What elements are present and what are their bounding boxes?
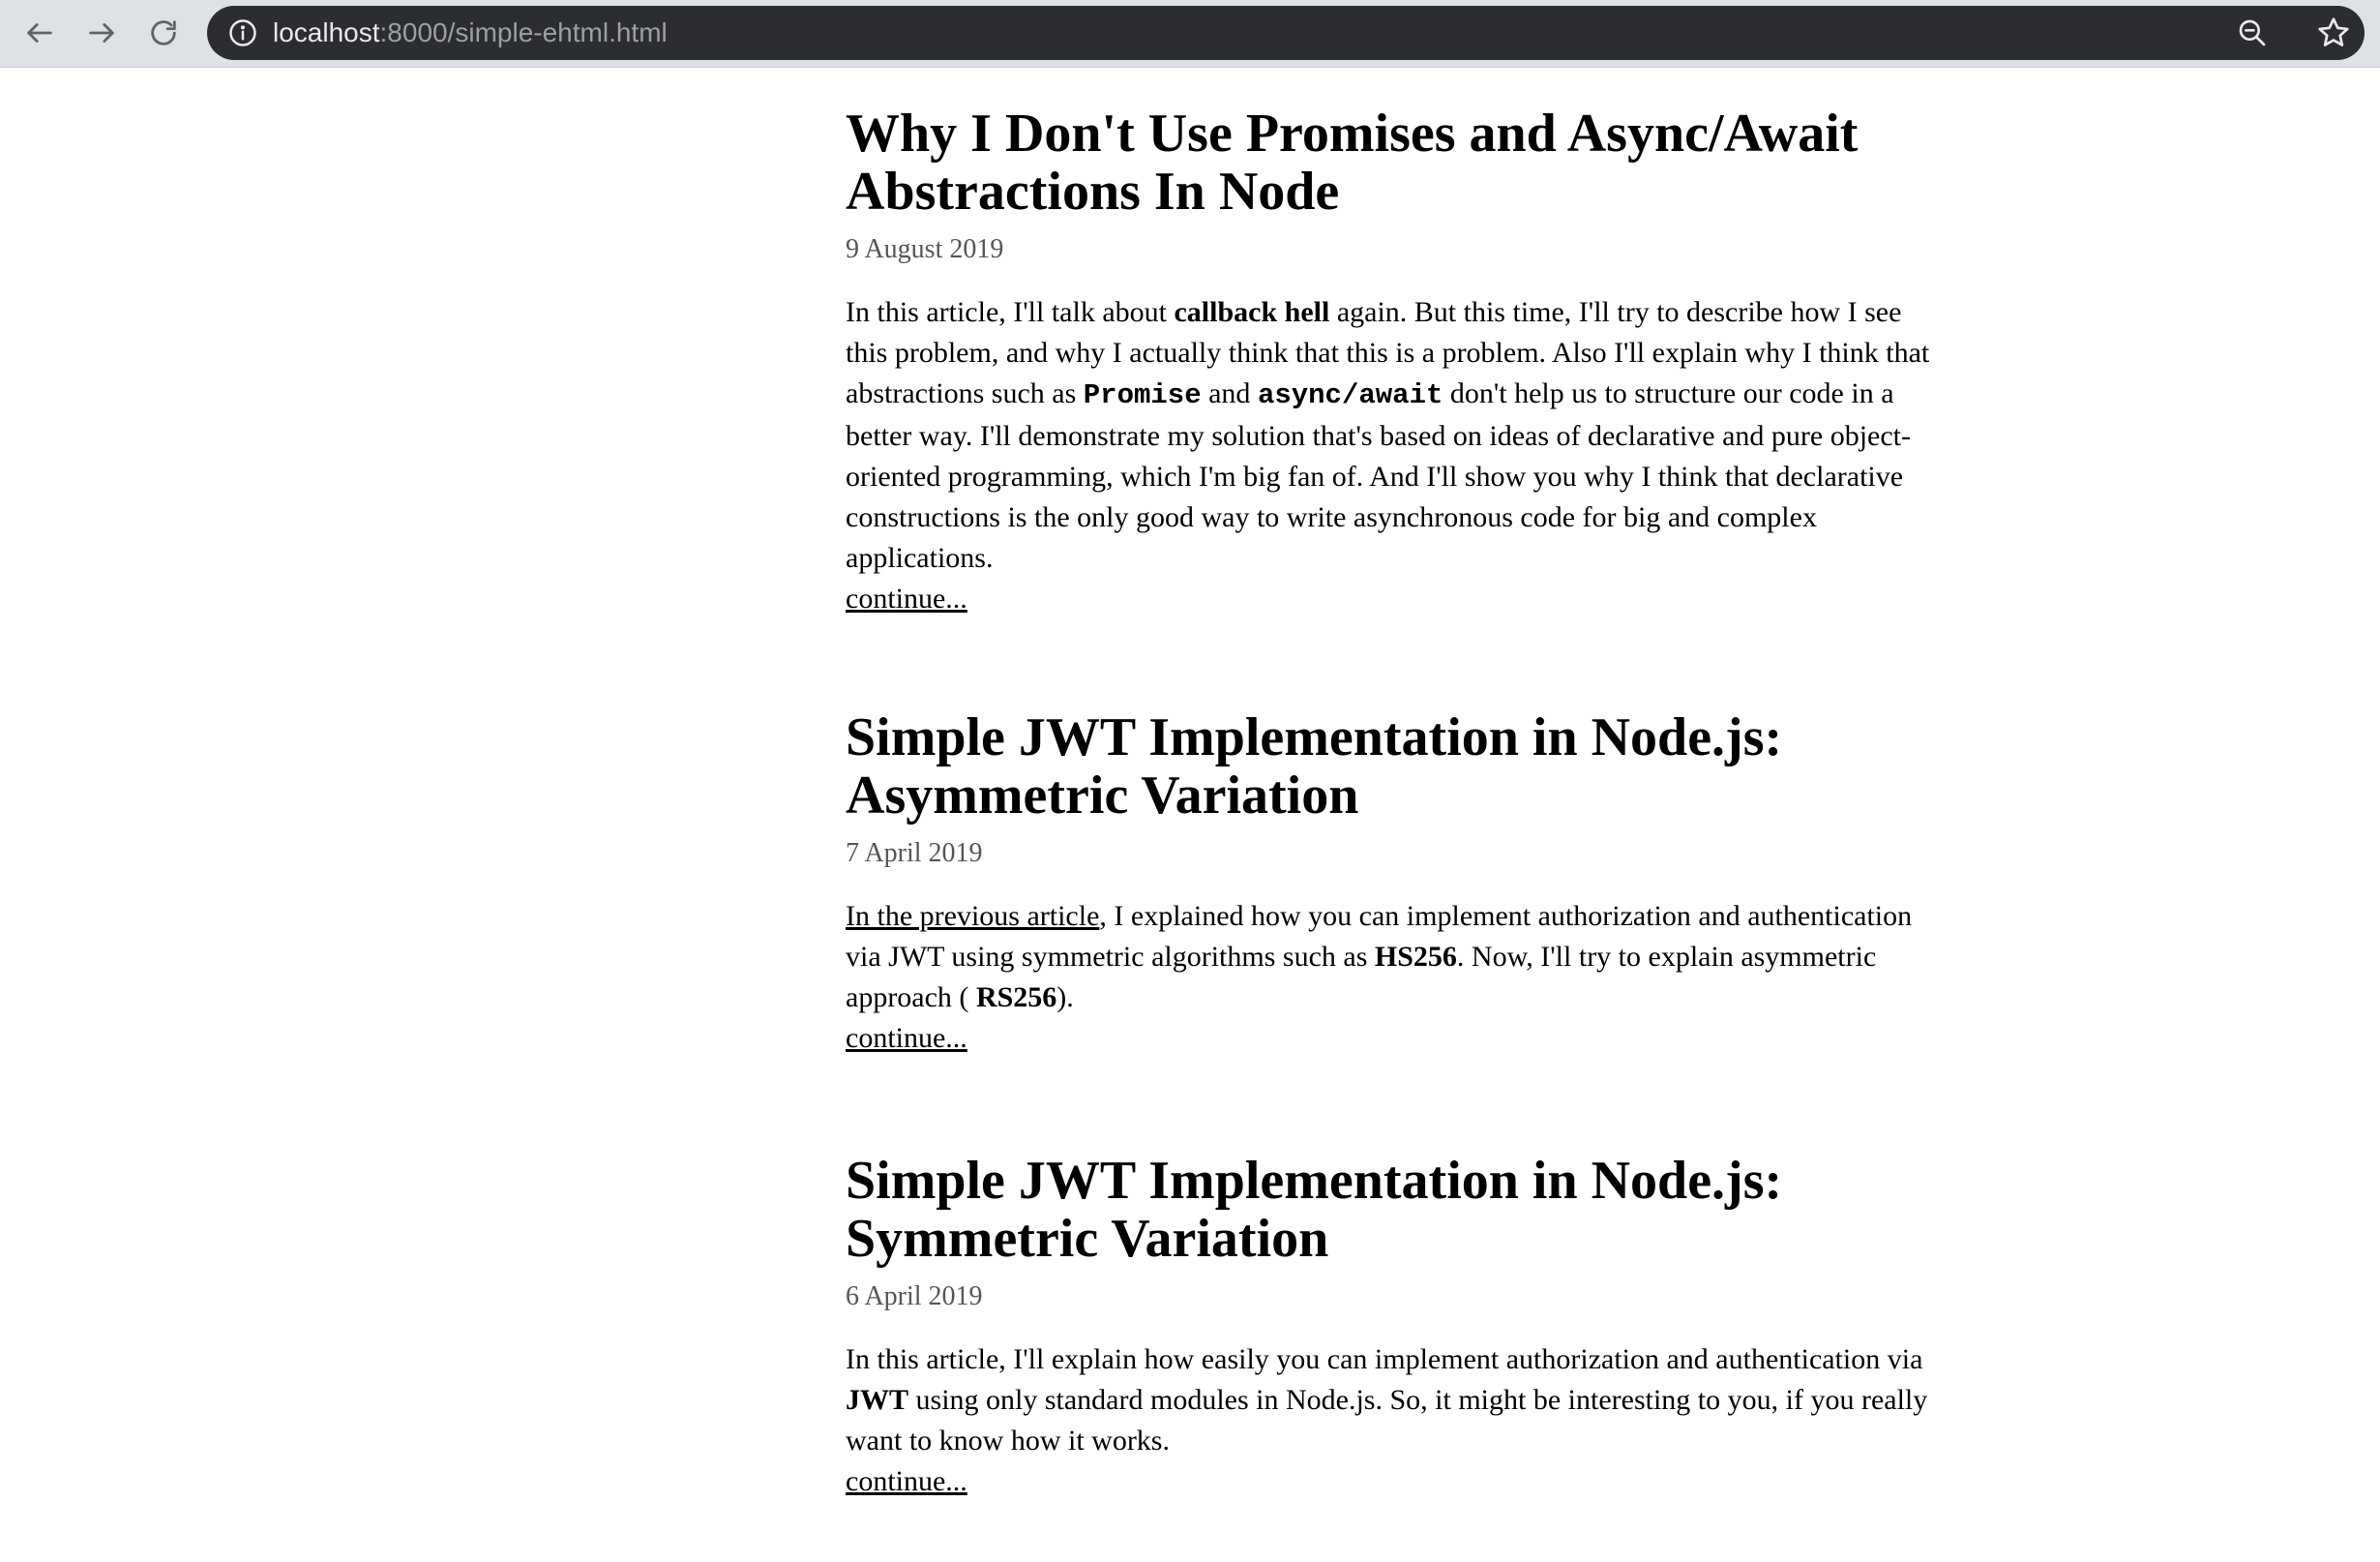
article-item: Simple JWT Implementation in Node.js: Sy…	[846, 1152, 1939, 1502]
summary-text: ).	[1056, 981, 1074, 1013]
bold-text: JWT	[846, 1384, 909, 1416]
browser-toolbar: localhost:8000/simple-ehtml.html	[0, 0, 2380, 68]
article-date: 9 August 2019	[846, 234, 1004, 264]
address-bar[interactable]: localhost:8000/simple-ehtml.html	[207, 6, 2365, 60]
article-date: 7 April 2019	[846, 838, 983, 868]
inline-code: async/await	[1257, 379, 1443, 411]
article-title[interactable]: Simple JWT Implementation in Node.js: Sy…	[846, 1152, 1939, 1268]
back-button[interactable]	[17, 11, 62, 55]
summary-text: In this article, I'll talk about	[846, 296, 1175, 328]
article-summary: In the previous article, I explained how…	[846, 896, 1939, 1018]
bold-text: HS256	[1374, 941, 1457, 973]
url-path: :8000/simple-ehtml.html	[379, 17, 668, 47]
continue-link[interactable]: continue...	[846, 1461, 1939, 1502]
article-title[interactable]: Simple JWT Implementation in Node.js: As…	[846, 708, 1939, 825]
reload-button[interactable]	[141, 11, 186, 55]
summary-text: using only standard modules in Node.js. …	[846, 1384, 1928, 1457]
info-icon[interactable]	[228, 18, 257, 47]
article-summary: In this article, I'll talk about callbac…	[846, 292, 1939, 579]
arrow-left-icon	[27, 23, 52, 43]
article-title[interactable]: Why I Don't Use Promises and Async/Await…	[846, 105, 1939, 221]
zoom-out-icon[interactable]	[2237, 17, 2268, 48]
article-item: Why I Don't Use Promises and Async/Await…	[846, 105, 1939, 619]
article-date: 6 April 2019	[846, 1281, 983, 1311]
inline-link[interactable]: In the previous article	[846, 900, 1099, 932]
continue-link[interactable]: continue...	[846, 1018, 1939, 1059]
url-text[interactable]: localhost:8000/simple-ehtml.html	[273, 18, 668, 47]
url-host: localhost	[273, 17, 380, 47]
inline-code: Promise	[1083, 379, 1202, 411]
bold-text: callback hell	[1174, 296, 1330, 328]
arrow-right-icon	[89, 23, 114, 43]
article-summary: In this article, I'll explain how easily…	[846, 1339, 1939, 1461]
bookmark-star-icon[interactable]	[2316, 15, 2351, 50]
summary-text: In this article, I'll explain how easily…	[846, 1343, 1923, 1375]
bold-text: RS256	[975, 981, 1057, 1013]
summary-text: and	[1201, 377, 1258, 409]
reload-icon	[151, 20, 176, 45]
article-item: Simple JWT Implementation in Node.js: As…	[846, 708, 1939, 1059]
continue-link[interactable]: continue...	[846, 579, 1939, 619]
forward-button[interactable]	[79, 11, 124, 55]
